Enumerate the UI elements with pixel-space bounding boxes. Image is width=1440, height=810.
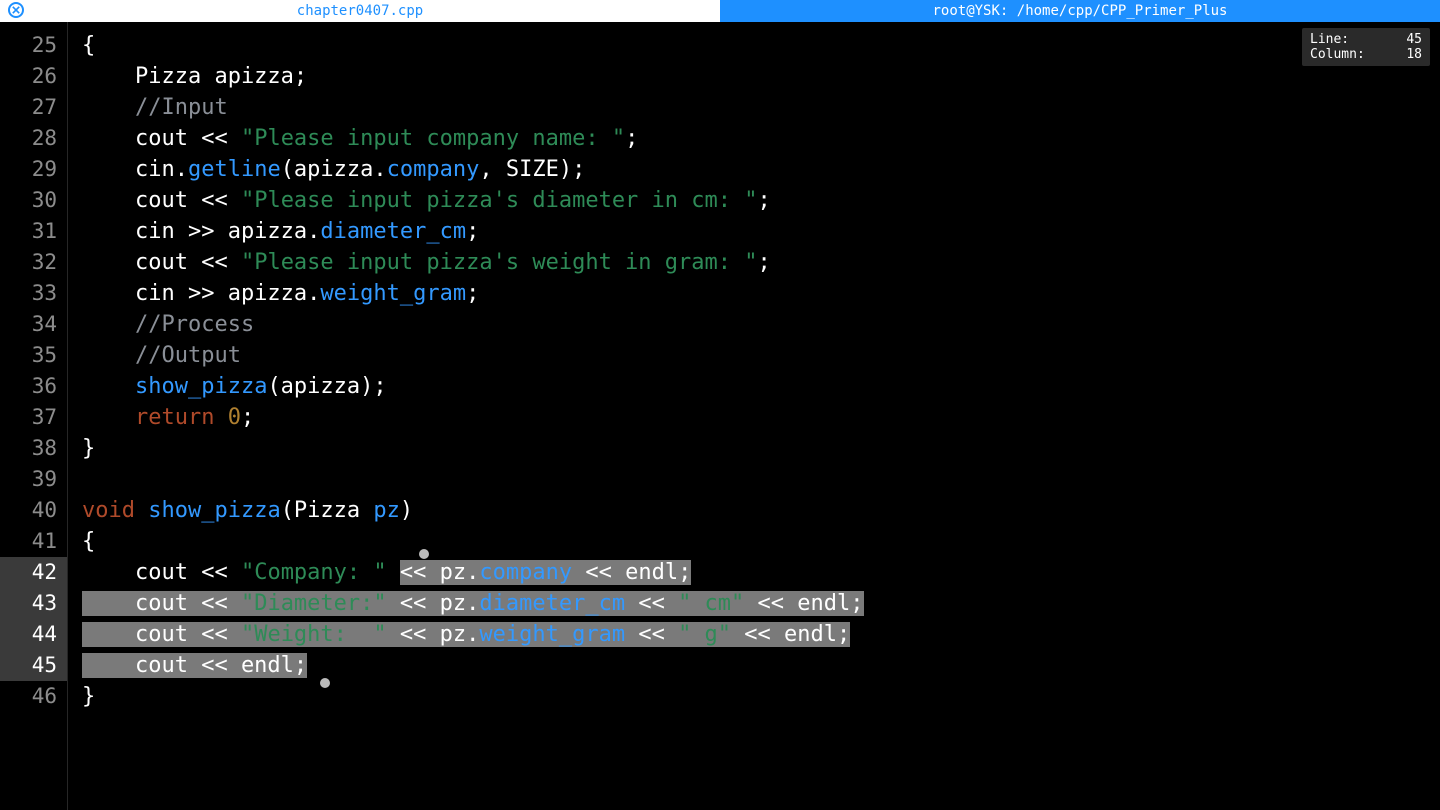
editor: 25 26 27 28 29 30 31 32 33 34 35 36 37 3…: [0, 22, 1440, 810]
code-line: cout << "Company: " << pz.company << end…: [68, 557, 1440, 588]
code-line: }: [68, 433, 1440, 464]
code-line: cout << "Please input pizza's diameter i…: [68, 185, 1440, 216]
line-number: 28: [0, 123, 67, 154]
line-number: 39: [0, 464, 67, 495]
line-number-gutter: 25 26 27 28 29 30 31 32 33 34 35 36 37 3…: [0, 22, 68, 810]
line-number: 33: [0, 278, 67, 309]
status-line-label: Line:: [1310, 32, 1349, 47]
close-icon[interactable]: [8, 2, 24, 18]
line-number: 31: [0, 216, 67, 247]
line-number: 27: [0, 92, 67, 123]
status-col-label: Column:: [1310, 47, 1365, 62]
code-line: cin >> apizza.diameter_cm;: [68, 216, 1440, 247]
code-line: {: [68, 526, 1440, 557]
selection-end-handle[interactable]: [320, 678, 330, 688]
tab-bar: chapter0407.cpp root@YSK: /home/cpp/CPP_…: [0, 0, 1440, 22]
code-line: //Input: [68, 92, 1440, 123]
code-line: cout << "Diameter:" << pz.diameter_cm <<…: [68, 588, 1440, 619]
line-number: 29: [0, 154, 67, 185]
line-number: 25: [0, 30, 67, 61]
tab-terminal[interactable]: root@YSK: /home/cpp/CPP_Primer_Plus: [720, 0, 1440, 22]
code-line: cin >> apizza.weight_gram;: [68, 278, 1440, 309]
line-number: 26: [0, 61, 67, 92]
code-line: cout << "Please input pizza's weight in …: [68, 247, 1440, 278]
code-line: cout << "Weight: " << pz.weight_gram << …: [68, 619, 1440, 650]
line-number: 42: [0, 557, 67, 588]
cursor-status: Line: 45 Column: 18: [1302, 28, 1430, 66]
code-line: cout << endl;: [68, 650, 1440, 681]
code-line: //Output: [68, 340, 1440, 371]
line-number: 45: [0, 650, 67, 681]
line-number: 44: [0, 619, 67, 650]
code-line: {: [68, 30, 1440, 61]
line-number: 30: [0, 185, 67, 216]
code-line: cout << "Please input company name: ";: [68, 123, 1440, 154]
code-line: //Process: [68, 309, 1440, 340]
line-number: 40: [0, 495, 67, 526]
line-number: 37: [0, 402, 67, 433]
line-number: 38: [0, 433, 67, 464]
line-number: 35: [0, 340, 67, 371]
code-line: Pizza apizza;: [68, 61, 1440, 92]
selection-start-handle[interactable]: [419, 549, 429, 559]
line-number: 43: [0, 588, 67, 619]
tab-file[interactable]: chapter0407.cpp: [0, 0, 720, 22]
line-number: 41: [0, 526, 67, 557]
line-number: 36: [0, 371, 67, 402]
code-line: }: [68, 681, 1440, 712]
code-line: cin.getline(apizza.company, SIZE);: [68, 154, 1440, 185]
line-number: 32: [0, 247, 67, 278]
code-line: [68, 464, 1440, 495]
code-line: return 0;: [68, 402, 1440, 433]
code-line: void show_pizza(Pizza pz): [68, 495, 1440, 526]
status-col-value: 18: [1406, 47, 1422, 62]
line-number: 46: [0, 681, 67, 712]
tab-file-label: chapter0407.cpp: [297, 3, 423, 19]
status-line-value: 45: [1406, 32, 1422, 47]
code-area[interactable]: { Pizza apizza; //Input cout << "Please …: [68, 22, 1440, 810]
tab-terminal-label: root@YSK: /home/cpp/CPP_Primer_Plus: [932, 3, 1227, 19]
line-number: 34: [0, 309, 67, 340]
code-line: show_pizza(apizza);: [68, 371, 1440, 402]
